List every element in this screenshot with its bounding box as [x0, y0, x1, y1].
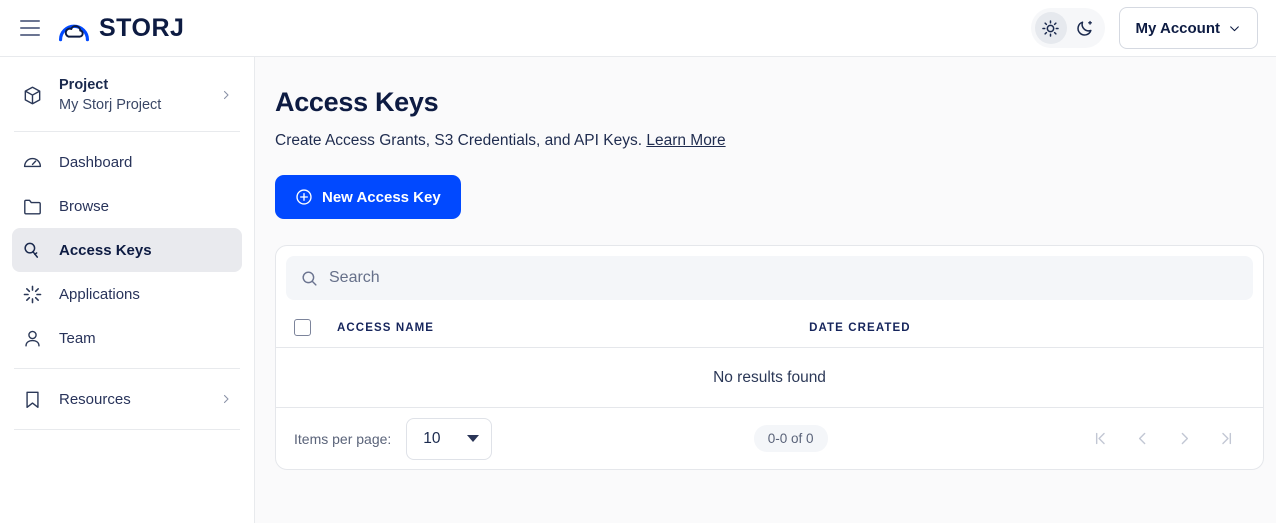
column-header-date-created: DATE CREATED: [809, 321, 911, 334]
first-page-button[interactable]: [1089, 428, 1111, 450]
items-per-page-select[interactable]: 10: [406, 417, 493, 460]
main-content: Access Keys Create Access Grants, S3 Cre…: [255, 57, 1276, 523]
sidebar-item-label: Team: [59, 329, 96, 347]
sidebar-item-label: Browse: [59, 197, 110, 215]
sidebar: Project My Storj Project Dashboard Brows…: [0, 57, 255, 523]
search-input[interactable]: [329, 269, 1239, 287]
logo-text: STORJ: [99, 13, 185, 42]
chevron-down-icon: [1230, 25, 1239, 31]
project-name: My Storj Project: [59, 97, 162, 113]
theme-toggle[interactable]: [1030, 8, 1105, 48]
sun-icon: [1042, 19, 1059, 37]
sidebar-item-access-keys[interactable]: Access Keys: [12, 228, 242, 272]
new-access-key-button[interactable]: New Access Key: [275, 175, 461, 219]
sidebar-item-applications[interactable]: Applications: [12, 272, 242, 316]
sidebar-item-resources[interactable]: Resources: [12, 377, 242, 421]
storj-logo[interactable]: STORJ: [58, 14, 184, 42]
top-bar: STORJ My Account: [0, 0, 1276, 57]
my-account-label: My Account: [1135, 19, 1220, 37]
app-root: STORJ My Account Project My Storj Projec…: [0, 0, 1276, 523]
sidebar-item-label: Access Keys: [59, 241, 152, 259]
access-keys-card: ACCESS NAME DATE CREATED No results foun…: [275, 245, 1264, 470]
search-container: [276, 246, 1263, 308]
body-container: Project My Storj Project Dashboard Brows…: [0, 57, 1276, 523]
cube-icon: [22, 85, 43, 106]
storj-logo-icon: [58, 24, 90, 42]
chevron-right-icon: [220, 89, 232, 101]
empty-state-row: No results found: [276, 348, 1263, 408]
project-label: Project: [59, 76, 109, 93]
select-all-checkbox[interactable]: [294, 319, 311, 336]
last-page-button[interactable]: [1215, 428, 1237, 450]
my-account-button[interactable]: My Account: [1118, 7, 1258, 49]
user-icon: [22, 328, 43, 349]
previous-page-button[interactable]: [1131, 428, 1153, 450]
last-page-icon: [1221, 432, 1231, 445]
hamburger-icon[interactable]: [20, 20, 40, 36]
next-page-button[interactable]: [1173, 428, 1195, 450]
project-text: Project My Storj Project: [59, 76, 161, 114]
pagination-range-badge: 0-0 of 0: [753, 425, 828, 452]
page-subtitle-text: Create Access Grants, S3 Credentials, an…: [275, 132, 643, 149]
sparkle-icon: [22, 284, 43, 305]
page-subtitle: Create Access Grants, S3 Credentials, an…: [275, 132, 1262, 150]
column-header-access-name: ACCESS NAME: [337, 321, 435, 334]
sidebar-item-browse[interactable]: Browse: [12, 184, 242, 228]
sidebar-divider-top: [14, 131, 240, 132]
bookmark-icon: [22, 389, 43, 410]
moon-icon: [1077, 20, 1093, 36]
sidebar-divider-bottom: [14, 429, 240, 430]
gauge-icon: [22, 152, 43, 173]
sidebar-divider-middle: [14, 368, 240, 369]
search-icon: [302, 270, 317, 286]
sidebar-item-label: Dashboard: [59, 153, 133, 171]
hamburger-line: [20, 26, 40, 30]
page-title: Access Keys: [275, 87, 439, 117]
dark-theme-option[interactable]: [1069, 12, 1101, 44]
sidebar-item-dashboard[interactable]: Dashboard: [12, 140, 242, 184]
folder-icon: [22, 196, 43, 217]
chevron-right-icon: [1181, 432, 1188, 445]
first-page-icon: [1095, 432, 1105, 445]
search-box[interactable]: [286, 256, 1253, 300]
pagination-buttons: [1089, 428, 1245, 450]
sidebar-item-team[interactable]: Team: [12, 316, 242, 360]
chevron-right-icon: [220, 393, 232, 405]
sidebar-item-project[interactable]: Project My Storj Project: [12, 67, 242, 123]
hamburger-line: [20, 20, 40, 23]
access-keys-table: ACCESS NAME DATE CREATED No results foun…: [276, 308, 1263, 469]
new-access-key-label: New Access Key: [322, 188, 441, 206]
key-icon: [22, 240, 43, 261]
sidebar-item-label: Resources: [59, 390, 131, 408]
items-per-page-value: 10: [423, 429, 441, 447]
sidebar-item-label: Applications: [59, 285, 140, 303]
chevron-left-icon: [1138, 432, 1145, 445]
pagination-bar: Items per page: 10 0-0 of 0: [276, 408, 1263, 469]
light-theme-option[interactable]: [1034, 12, 1067, 44]
topbar-right-controls: My Account: [1030, 7, 1258, 49]
learn-more-link[interactable]: Learn More: [646, 132, 725, 149]
items-per-page-label: Items per page:: [294, 430, 392, 447]
hamburger-line: [20, 33, 40, 36]
plus-circle-icon: [296, 189, 312, 205]
table-header-row: ACCESS NAME DATE CREATED: [276, 308, 1263, 348]
chevron-down-icon: [467, 435, 480, 442]
